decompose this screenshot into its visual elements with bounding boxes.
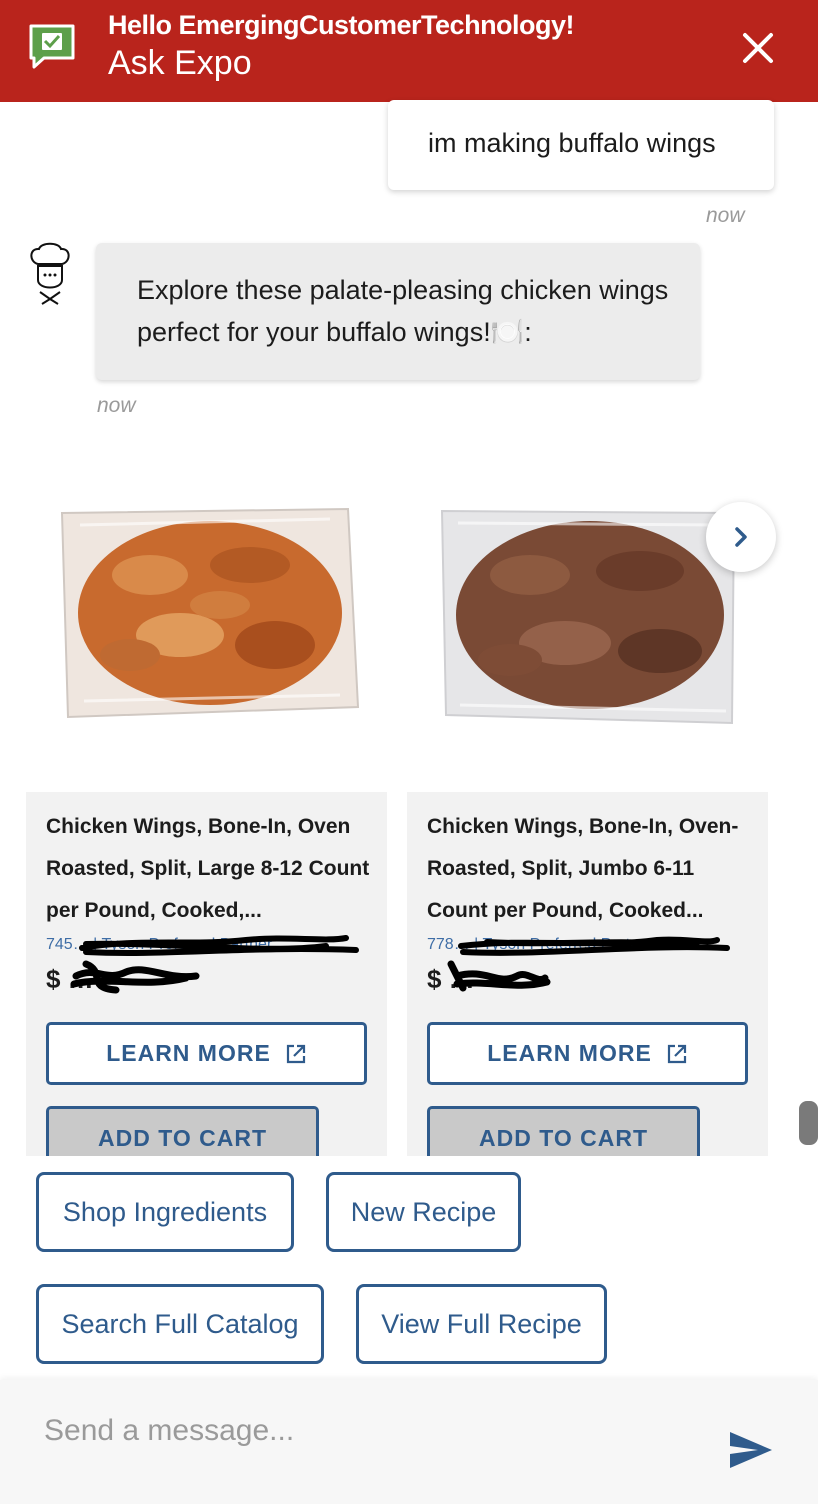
close-icon[interactable] xyxy=(736,26,780,70)
product-price: $ … xyxy=(427,964,475,994)
user-message-timestamp: now xyxy=(706,204,745,227)
chef-icon xyxy=(30,242,70,305)
learn-more-label: LEARN MORE xyxy=(487,1040,652,1066)
scrollbar-thumb[interactable] xyxy=(799,1101,818,1145)
product-card: Chicken Wings, Bone-In, Oven-Roasted, Sp… xyxy=(407,792,768,1156)
greeting-text: Hello EmergingCustomerTechnology! xyxy=(108,10,575,40)
view-full-recipe-chip[interactable]: View Full Recipe xyxy=(356,1284,607,1364)
chat-check-icon xyxy=(29,24,75,69)
search-full-catalog-chip[interactable]: Search Full Catalog xyxy=(36,1284,324,1364)
user-message-bubble: im making buffalo wings xyxy=(388,100,774,190)
product-sku: 745… | Tyson Preferred Partner xyxy=(46,936,273,953)
product-sku: 778… | Tyson Preferred Partner xyxy=(427,936,654,953)
send-icon[interactable] xyxy=(728,1430,774,1470)
external-link-icon xyxy=(667,1044,686,1063)
learn-more-button[interactable]: LEARN MORE xyxy=(427,1022,748,1085)
bot-message-timestamp: now xyxy=(97,394,136,417)
message-input[interactable] xyxy=(44,1408,684,1454)
bot-message-bubble: Explore these palate-pleasing chicken wi… xyxy=(96,243,700,380)
message-composer xyxy=(0,1380,818,1504)
shop-ingredients-chip[interactable]: Shop Ingredients xyxy=(36,1172,294,1252)
product-price: $ … xyxy=(46,964,94,994)
carousel-next-button[interactable] xyxy=(706,502,776,572)
app-title: Ask Expo xyxy=(108,44,252,82)
learn-more-label: LEARN MORE xyxy=(106,1040,271,1066)
product-image-1[interactable] xyxy=(60,505,360,725)
product-title[interactable]: Chicken Wings, Bone-In, Oven Roasted, Sp… xyxy=(46,806,371,932)
learn-more-button[interactable]: LEARN MORE xyxy=(46,1022,367,1085)
chevron-right-icon xyxy=(735,527,747,547)
add-to-cart-button[interactable]: ADD TO CART xyxy=(427,1106,700,1156)
external-link-icon xyxy=(286,1044,305,1063)
chat-header: Hello EmergingCustomerTechnology! Ask Ex… xyxy=(0,0,818,102)
product-image-2[interactable] xyxy=(440,505,740,725)
new-recipe-chip[interactable]: New Recipe xyxy=(326,1172,521,1252)
product-title[interactable]: Chicken Wings, Bone-In, Oven-Roasted, Sp… xyxy=(427,806,752,932)
product-card: Chicken Wings, Bone-In, Oven Roasted, Sp… xyxy=(26,792,387,1156)
add-to-cart-button[interactable]: ADD TO CART xyxy=(46,1106,319,1156)
